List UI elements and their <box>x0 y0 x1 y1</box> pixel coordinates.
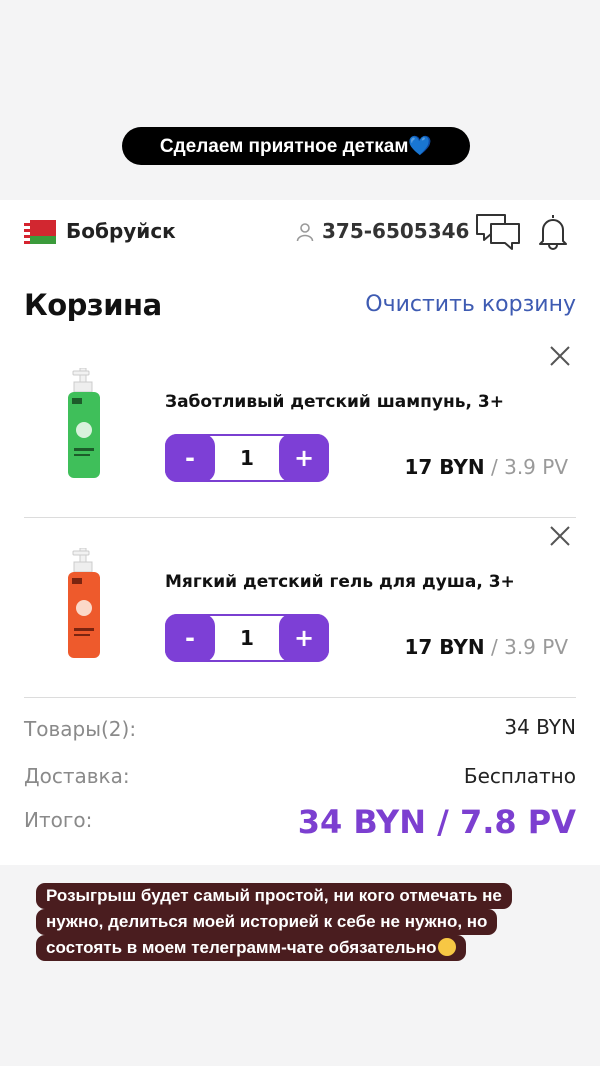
goods-count-label: Товары(2): <box>24 717 137 741</box>
cart-item: Мягкий детский гель для душа, 3+ - 1 + 1… <box>24 520 576 698</box>
grand-total-value: 34 BYN / 7.8 PV <box>297 803 576 841</box>
cart-item: Заботливый детский шампунь, 3+ - 1 + 17 … <box>24 340 576 518</box>
item-price: 17 BYN / 3.9 PV <box>404 455 568 479</box>
delivery-label: Доставка: <box>24 764 130 788</box>
product-name[interactable]: Заботливый детский шампунь, 3+ <box>165 392 504 412</box>
price-byn: 17 BYN <box>404 635 485 659</box>
product-name[interactable]: Мягкий детский гель для душа, 3+ <box>165 572 515 592</box>
app-header: Бобруйск 375-6505346 <box>0 200 600 264</box>
bell-icon[interactable] <box>536 212 570 250</box>
story-caption-bottom: Розыгрыш будет самый простой, ни кого от… <box>36 883 566 961</box>
story-caption-line: Розыгрыш будет самый простой, ни кого от… <box>36 883 512 909</box>
quantity-value[interactable]: 1 <box>215 436 279 480</box>
price-pv: / 3.9 PV <box>484 635 568 659</box>
green-shampoo-bottle-image <box>68 368 100 478</box>
story-caption-text: Сделаем приятное деткам💙 <box>159 136 433 157</box>
person-icon <box>296 223 314 242</box>
decrease-quantity-button[interactable]: - <box>165 614 215 662</box>
city-selector[interactable]: Бобруйск <box>66 219 176 243</box>
belarus-flag-icon <box>24 220 56 244</box>
goods-total-value: 34 BYN <box>504 715 576 739</box>
phone-number[interactable]: 375-6505346 <box>322 219 469 243</box>
pleading-face-emoji-icon <box>437 938 456 956</box>
delivery-value: Бесплатно <box>463 764 576 788</box>
page-title: Корзина <box>24 288 162 322</box>
quantity-stepper: - 1 + <box>165 614 329 662</box>
price-pv: / 3.9 PV <box>484 455 568 479</box>
increase-quantity-button[interactable]: + <box>279 434 329 482</box>
decrease-quantity-button[interactable]: - <box>165 434 215 482</box>
cart-screen: Бобруйск 375-6505346 Корзина Очистить ко… <box>0 200 600 865</box>
story-caption-line: состоять в моем телеграмм-чате обязатель… <box>36 935 466 961</box>
orange-shower-gel-bottle-image <box>68 548 100 658</box>
item-price: 17 BYN / 3.9 PV <box>404 635 568 659</box>
story-caption-line-text: состоять в моем телеграмм-чате обязатель… <box>46 938 437 957</box>
remove-item-icon[interactable] <box>548 524 572 548</box>
story-caption-line: нужно, делиться моей историей к себе не … <box>36 909 498 935</box>
story-caption-top: Сделаем приятное деткам💙 <box>122 127 470 165</box>
clear-cart-link[interactable]: Очистить корзину <box>365 292 576 317</box>
price-byn: 17 BYN <box>404 455 485 479</box>
quantity-stepper: - 1 + <box>165 434 329 482</box>
total-label: Итого: <box>24 808 93 832</box>
remove-item-icon[interactable] <box>548 344 572 368</box>
increase-quantity-button[interactable]: + <box>279 614 329 662</box>
chat-icon[interactable] <box>474 212 522 250</box>
quantity-value[interactable]: 1 <box>215 616 279 660</box>
